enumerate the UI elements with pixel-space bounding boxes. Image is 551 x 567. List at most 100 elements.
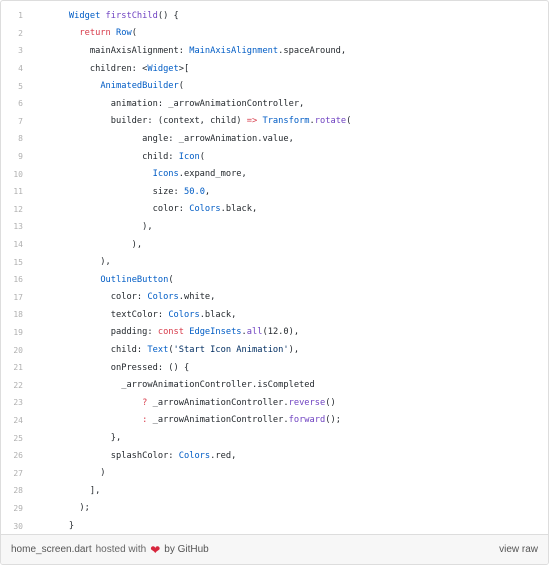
- code-token: Text: [147, 345, 169, 356]
- code-line: 11 size: 50.0,: [1, 183, 548, 201]
- code-token: Colors: [168, 309, 200, 320]
- code-text: mainAxisAlignment: MainAxisAlignment.spa…: [48, 46, 346, 56]
- line-number: 27: [13, 468, 23, 478]
- code-line: 22 _arrowAnimationController.isCompleted: [1, 376, 548, 394]
- line-number: 25: [13, 433, 23, 443]
- footer-meta: home_screen.dart hosted with ❤ by GitHub: [11, 544, 209, 556]
- gist-footer: home_screen.dart hosted with ❤ by GitHub…: [1, 534, 548, 564]
- code-text: Icons.expand_more,: [48, 169, 247, 179]
- code-token: _arrowAnimationController.: [147, 397, 289, 408]
- code-token: AnimatedBuilder: [100, 81, 179, 92]
- code-token: );: [48, 503, 90, 514]
- code-line: 21 onPressed: () {: [1, 359, 548, 377]
- code-token: size:: [48, 186, 184, 197]
- code-line: 12 color: Colors.black,: [1, 201, 548, 219]
- code-token: 'Start Icon Animation': [173, 345, 289, 356]
- code-line: 28 ],: [1, 482, 548, 500]
- line-number: 6: [18, 99, 23, 109]
- code-token: .expand_more,: [178, 169, 247, 180]
- code-token: Row: [116, 28, 132, 39]
- code-token: .black,: [220, 204, 258, 215]
- code-line: 25 },: [1, 429, 548, 447]
- code-line: 7 builder: (context, child) => Transform…: [1, 113, 548, 131]
- code-text: ): [48, 468, 106, 479]
- code-text: }: [48, 521, 74, 531]
- filename-link[interactable]: home_screen.dart: [11, 544, 92, 555]
- code-text: : _arrowAnimationController.forward();: [48, 415, 341, 425]
- code-token: =>: [246, 116, 258, 127]
- code-token: OutlineButton: [100, 274, 169, 285]
- code-token: forward: [288, 415, 326, 426]
- line-number: 20: [13, 345, 23, 355]
- line-number: 21: [13, 363, 23, 373]
- code-token: >[: [178, 63, 190, 74]
- code-token: Icons: [152, 169, 179, 180]
- code-token: Icon: [178, 151, 200, 162]
- code-text: animation: _arrowAnimationController,: [48, 98, 305, 109]
- code-text: child: Icon(: [48, 152, 205, 162]
- code-text: child: Text('Start Icon Animation'),: [48, 345, 299, 355]
- code-token: .red,: [210, 450, 237, 461]
- code-text: angle: _arrowAnimation.value,: [48, 134, 294, 144]
- code-token: Widget: [147, 63, 179, 74]
- code-token: ),: [48, 239, 143, 250]
- code-text: return Row(: [48, 28, 137, 38]
- line-number: 16: [13, 275, 23, 285]
- code-token: (: [199, 151, 205, 162]
- code-token: () {: [157, 10, 179, 21]
- line-number: 3: [18, 46, 23, 56]
- code-token: ],: [48, 485, 101, 496]
- gist-embed: 1 Widget firstChild() {2 return Row(3 ma…: [0, 0, 549, 565]
- code-token: all: [246, 327, 263, 338]
- code-line: 8 angle: _arrowAnimation.value,: [1, 130, 548, 148]
- code-token: Widget: [68, 10, 101, 21]
- code-token: children: <: [48, 63, 148, 74]
- code-text: ),: [48, 257, 110, 267]
- line-number: 2: [18, 28, 23, 38]
- view-raw-link[interactable]: view raw: [499, 544, 538, 555]
- code-token: onPressed: () {: [48, 362, 190, 373]
- code-line: 16 OutlineButton(: [1, 271, 548, 289]
- github-link[interactable]: by GitHub: [164, 544, 208, 555]
- code-line: 5 AnimatedBuilder(: [1, 77, 548, 95]
- code-token: animation: _arrowAnimationController,: [48, 98, 305, 109]
- code-line: 27 ): [1, 464, 548, 482]
- code-text: splashColor: Colors.red,: [48, 450, 237, 461]
- code-token: const: [157, 327, 184, 338]
- line-number: 26: [13, 451, 23, 461]
- code-token: child:: [48, 345, 148, 356]
- line-number: 9: [18, 152, 23, 162]
- code-token: Colors: [147, 292, 179, 303]
- code-text: ? _arrowAnimationController.reverse(): [48, 398, 336, 408]
- code-token: textColor:: [48, 309, 169, 320]
- code-text: ),: [48, 221, 153, 232]
- line-number: 12: [13, 204, 23, 214]
- line-number: 7: [18, 116, 23, 126]
- code-token: (: [178, 81, 185, 92]
- code-token: ),: [288, 345, 300, 356]
- line-number: 11: [13, 187, 23, 197]
- code-line: 26 splashColor: Colors.red,: [1, 447, 548, 465]
- code-text: builder: (context, child) => Transform.r…: [48, 116, 352, 127]
- code-token: ): [48, 468, 106, 479]
- code-token: ),: [48, 221, 153, 232]
- code-token: (12.0),: [262, 327, 300, 338]
- line-number: 5: [18, 81, 23, 91]
- code-token: child:: [48, 151, 179, 162]
- code-line: 23 ? _arrowAnimationController.reverse(): [1, 394, 548, 412]
- code-line: 18 textColor: Colors.black,: [1, 306, 548, 324]
- hosted-with-text: hosted with: [95, 544, 147, 555]
- code-text: textColor: Colors.black,: [48, 309, 237, 320]
- code-token: }: [48, 521, 75, 532]
- code-line: 4 children: <Widget>[: [1, 60, 548, 78]
- line-number: 18: [13, 310, 23, 320]
- code-text: },: [48, 433, 121, 443]
- code-token: EdgeInsets: [189, 327, 242, 338]
- code-token: rotate: [314, 116, 347, 127]
- code-text: size: 50.0,: [48, 186, 211, 197]
- code-token: .white,: [178, 292, 216, 303]
- line-number: 13: [13, 222, 23, 232]
